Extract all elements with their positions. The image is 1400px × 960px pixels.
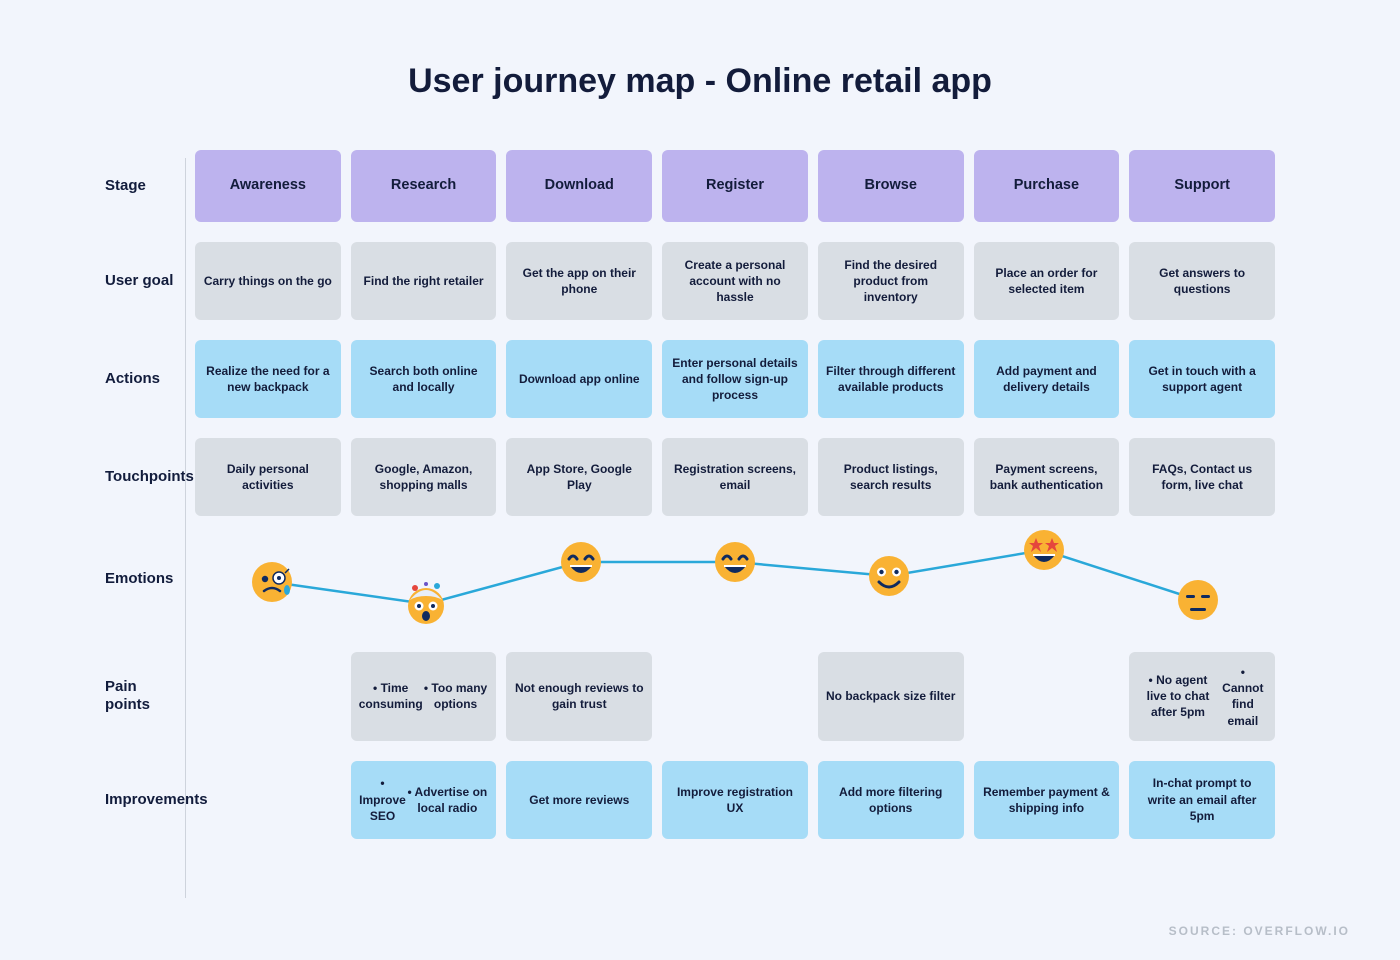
improvements-cell: Add more filtering options [818, 761, 964, 839]
happy-face-icon [713, 540, 757, 584]
row-actions: Actions Realize the need for a new backp… [105, 340, 1275, 418]
actions-cell: Download app online [506, 340, 652, 418]
actions-cell: Search both online and locally [351, 340, 497, 418]
usergoal-cell: Create a personal account with no hassle [662, 242, 808, 320]
row-label-stage: Stage [105, 177, 185, 195]
row-label-emotions: Emotions [105, 570, 185, 588]
row-label-improvements: Improvements [105, 791, 185, 809]
unamused-face-icon [1176, 578, 1220, 622]
row-label-usergoal: User goal [105, 272, 185, 290]
row-improvements: Improvements • Improve SEO• Advertise on… [105, 761, 1275, 839]
touchpoints-cell: FAQs, Contact us form, live chat [1129, 438, 1275, 516]
improvements-cell: In-chat prompt to write an email after 5… [1129, 761, 1275, 839]
improvements-cell: • Improve SEO• Advertise on local radio [351, 761, 497, 839]
stage-cell: Download [506, 150, 652, 222]
smile-face-icon [867, 554, 911, 598]
painpoints-cell: • No agent live to chat after 5pm• Canno… [1129, 652, 1275, 741]
painpoints-cell [662, 652, 808, 741]
touchpoints-cell: Registration screens, email [662, 438, 808, 516]
stage-cell: Purchase [974, 150, 1120, 222]
page-title: User journey map - Online retail app [0, 0, 1400, 101]
touchpoints-cell: Product listings, search results [818, 438, 964, 516]
happy-face-icon [559, 540, 603, 584]
row-label-actions: Actions [105, 370, 185, 388]
actions-cell: Add payment and delivery details [974, 340, 1120, 418]
stage-cell: Research [351, 150, 497, 222]
touchpoints-cell: Google, Amazon, shopping malls [351, 438, 497, 516]
actions-cell: Filter through different available produ… [818, 340, 964, 418]
touchpoints-cell: Payment screens, bank authentication [974, 438, 1120, 516]
usergoal-cell: Carry things on the go [195, 242, 341, 320]
emotions-track [195, 536, 1275, 622]
painpoints-cell [195, 652, 341, 741]
touchpoints-cell: App Store, Google Play [506, 438, 652, 516]
divider-line [185, 158, 186, 898]
star-eyes-icon [1022, 528, 1066, 572]
stage-cell: Support [1129, 150, 1275, 222]
stage-cell: Browse [818, 150, 964, 222]
actions-cell: Realize the need for a new backpack [195, 340, 341, 418]
painpoints-cell: Not enough reviews to gain trust [506, 652, 652, 741]
usergoal-cell: Place an order for selected item [974, 242, 1120, 320]
improvements-cell: Get more reviews [506, 761, 652, 839]
row-label-touchpoints: Touchpoints [105, 468, 185, 486]
usergoal-cell: Get answers to questions [1129, 242, 1275, 320]
improvements-cell: Remember payment & shipping info [974, 761, 1120, 839]
painpoints-cell: No backpack size filter [818, 652, 964, 741]
exploding-head-icon [404, 582, 448, 626]
stage-cell: Register [662, 150, 808, 222]
painpoints-cell [974, 652, 1120, 741]
row-stage: Stage Awareness Research Download Regist… [105, 150, 1275, 222]
journey-map: Stage Awareness Research Download Regist… [105, 150, 1275, 859]
row-touchpoints: Touchpoints Daily personal activities Go… [105, 438, 1275, 516]
stage-cell: Awareness [195, 150, 341, 222]
improvements-cell: Improve registration UX [662, 761, 808, 839]
painpoints-cell: • Time consuming• Too many options [351, 652, 497, 741]
worried-face-icon [250, 560, 294, 604]
source-label: SOURCE: OVERFLOW.IO [1169, 924, 1350, 938]
improvements-cell [195, 761, 341, 839]
actions-cell: Get in touch with a support agent [1129, 340, 1275, 418]
row-painpoints: Pain points • Time consuming• Too many o… [105, 652, 1275, 741]
row-usergoal: User goal Carry things on the go Find th… [105, 242, 1275, 320]
row-label-painpoints: Pain points [105, 678, 185, 714]
actions-cell: Enter personal details and follow sign-u… [662, 340, 808, 418]
touchpoints-cell: Daily personal activities [195, 438, 341, 516]
usergoal-cell: Find the right retailer [351, 242, 497, 320]
usergoal-cell: Get the app on their phone [506, 242, 652, 320]
row-emotions: Emotions [105, 536, 1275, 622]
usergoal-cell: Find the desired product from inventory [818, 242, 964, 320]
